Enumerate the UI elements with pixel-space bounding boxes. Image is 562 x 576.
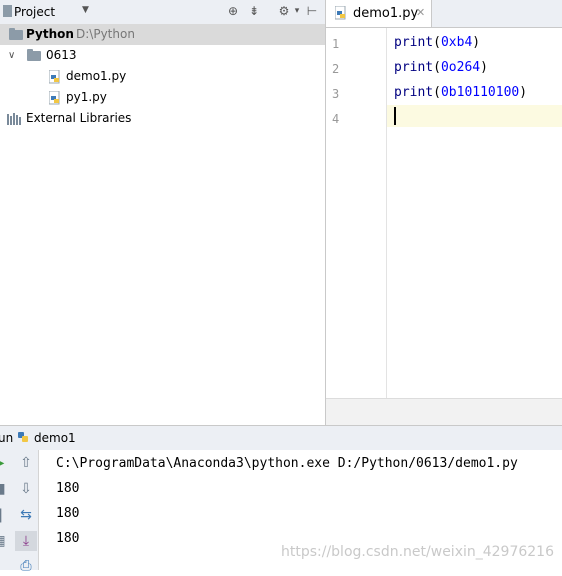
layout-icon[interactable]: ▦: [0, 531, 10, 551]
run-panel-title[interactable]: un: [0, 431, 13, 445]
folder-icon: [9, 28, 23, 40]
rerun-icon[interactable]: ▶: [0, 453, 10, 473]
code-paren: ): [480, 60, 488, 75]
external-libraries-label: External Libraries: [26, 111, 132, 125]
tree-item-root[interactable]: Python D:\Python: [0, 24, 325, 45]
collapse-all-icon[interactable]: ⇟: [247, 4, 261, 18]
python-file-icon: [335, 6, 346, 20]
project-panel: Project ▼ ⊕ ⇟ ⚙ ▾ ⊢ Python D:\Python ∨ 0…: [0, 0, 325, 425]
line-number-gutter: 1 2 3 4: [326, 28, 387, 398]
text-caret: [394, 107, 396, 125]
scroll-to-end-icon[interactable]: ⤓: [15, 531, 37, 551]
code-number: 0o264: [440, 60, 481, 75]
python-run-config-icon: [18, 432, 28, 442]
code-line[interactable]: print(0b10110100): [394, 85, 527, 100]
stop-icon[interactable]: ■: [0, 479, 10, 499]
root-folder-label: Python: [26, 27, 74, 41]
project-toolbar: Project ▼ ⊕ ⇟ ⚙ ▾ ⊢: [0, 0, 325, 25]
tree-item-external-libraries[interactable]: External Libraries: [0, 108, 325, 129]
chevron-down-icon[interactable]: ▼: [82, 5, 89, 15]
console-command-line: C:\ProgramData\Anaconda3\python.exe D:/P…: [56, 456, 518, 471]
editor-footer: [326, 398, 562, 426]
code-keyword: print: [394, 35, 434, 50]
tree-item-folder-0613[interactable]: ∨ 0613: [0, 45, 325, 66]
tab-demo1[interactable]: demo1.py ✕: [326, 0, 432, 27]
gear-icon[interactable]: ⚙: [277, 4, 291, 18]
arrow-down-icon[interactable]: ⇩: [15, 479, 37, 499]
console-output-line: 180: [56, 481, 80, 496]
run-config-name[interactable]: demo1: [34, 431, 76, 445]
root-folder-path: D:\Python: [76, 27, 135, 41]
line-number: 4: [332, 112, 340, 126]
chevron-down-icon[interactable]: ∨: [8, 45, 15, 66]
code-paren: (: [433, 35, 441, 50]
tab-label: demo1.py: [353, 6, 419, 21]
code-paren: (: [433, 85, 441, 100]
run-panel-header: un demo1: [0, 425, 562, 451]
code-paren: ): [472, 35, 481, 50]
code-line[interactable]: print(0o264): [394, 60, 488, 75]
code-number: 0b10110100: [440, 85, 520, 100]
line-number: 1: [332, 37, 340, 51]
file-label: py1.py: [66, 90, 107, 104]
run-toolbar: ▶ ⇧ ■ ⇩ ❚ ⇆ ▦ ⤓ ⎙: [0, 450, 39, 574]
python-file-icon: [49, 70, 60, 84]
project-view-icon: [3, 5, 12, 17]
line-number: 2: [332, 62, 340, 76]
line-number: 3: [332, 87, 340, 101]
code-keyword: print: [394, 60, 434, 75]
editor-tab-bar: demo1.py ✕: [326, 0, 562, 28]
locate-icon[interactable]: ⊕: [226, 4, 240, 18]
console-output-line: 180: [56, 531, 80, 546]
folder-icon: [27, 49, 41, 61]
project-view-title[interactable]: Project: [14, 5, 55, 19]
library-icon: [7, 113, 21, 125]
console-output-line: 180: [56, 506, 80, 521]
code-keyword: print: [394, 85, 434, 100]
soft-wrap-icon[interactable]: ⇆: [15, 505, 37, 525]
code-paren: ): [519, 85, 528, 100]
gear-dropdown-icon[interactable]: ▾: [290, 4, 304, 18]
code-paren: (: [433, 60, 441, 75]
folder-label: 0613: [46, 48, 77, 62]
tree-item-demo1[interactable]: demo1.py: [0, 66, 325, 87]
close-icon[interactable]: ✕: [416, 6, 425, 19]
code-line[interactable]: print(0xb4): [394, 35, 480, 50]
print-icon[interactable]: ⎙: [15, 556, 37, 576]
code-number: 0xb4: [440, 35, 473, 50]
tree-item-py1[interactable]: py1.py: [0, 87, 325, 108]
arrow-up-icon[interactable]: ⇧: [15, 453, 37, 473]
hide-panel-icon[interactable]: ⊢: [305, 4, 319, 18]
python-file-icon: [49, 91, 60, 105]
code-editor[interactable]: demo1.py ✕ 1 2 3 4 print(0xb4) print(0o2…: [326, 0, 562, 426]
file-label: demo1.py: [66, 69, 127, 83]
pause-icon[interactable]: ❚: [0, 505, 10, 525]
watermark: https://blog.csdn.net/weixin_42976216: [280, 544, 554, 560]
